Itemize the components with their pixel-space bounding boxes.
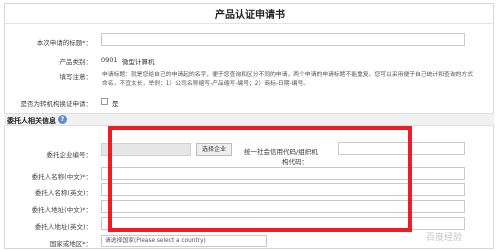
name-cn-label: 委托人名称(中文)*： bbox=[31, 173, 92, 181]
product-category-label: 产品类别： bbox=[59, 58, 93, 66]
transfer-option-label: 是 bbox=[112, 100, 119, 108]
note-label: 填写注意： bbox=[59, 73, 93, 81]
title-divider bbox=[4, 23, 494, 24]
country-select[interactable]: 请选择国家(Please select a country) bbox=[101, 235, 267, 247]
transfer-checkbox[interactable] bbox=[101, 98, 108, 105]
product-category-code: 0901 bbox=[101, 56, 118, 64]
client-section-bar bbox=[4, 113, 494, 126]
product-category-name: 微型计算机 bbox=[122, 58, 155, 66]
transfer-label: 是否为转机构换证申请： bbox=[20, 100, 93, 108]
company-no-label: 委托企业编号： bbox=[46, 151, 93, 159]
apply-title-input[interactable] bbox=[101, 33, 465, 46]
addr-cn-label: 委托人地址(中文)*： bbox=[31, 206, 92, 214]
addr-en-label: 委托人地址(英文)： bbox=[34, 223, 92, 231]
highlight-box bbox=[108, 126, 412, 232]
name-en-label: 委托人名称(英文)： bbox=[34, 189, 92, 197]
watermark-text: 百度经验 bbox=[426, 233, 463, 243]
apply-title-label: 本次申请的标题*： bbox=[36, 39, 92, 47]
note-text: 申请标题：就是您给自己的申请起的名字，便于您查询和区分不同的申请，两个申请的申请… bbox=[102, 72, 474, 87]
country-label: 国家或地区*： bbox=[49, 240, 92, 248]
page-title: 产品认证申请书 bbox=[215, 10, 285, 21]
help-icon[interactable]: ? bbox=[58, 115, 67, 124]
client-section-title: 委托人相关信息 bbox=[7, 117, 56, 125]
